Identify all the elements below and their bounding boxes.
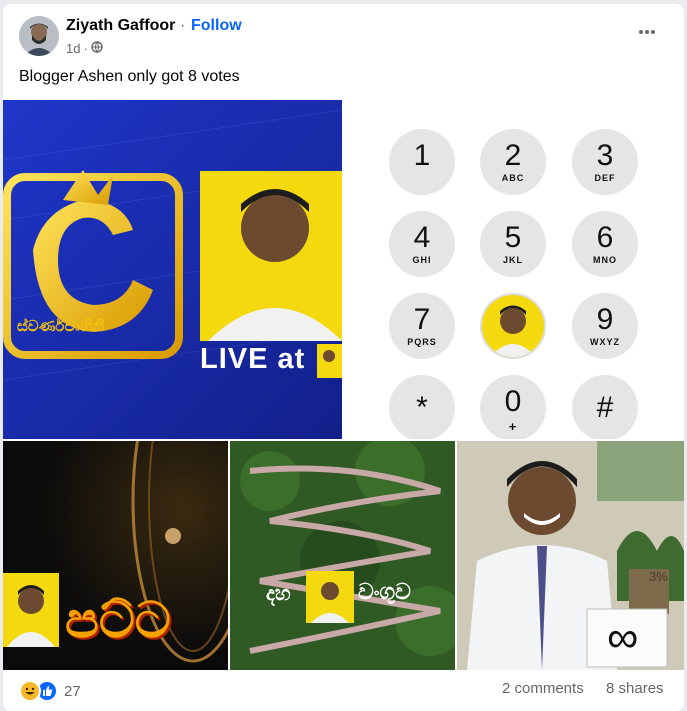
photo-space[interactable]: පට්ට <box>3 441 228 670</box>
key-digit: 5 <box>504 221 522 254</box>
photo-dialpad[interactable]: 1 2 ABC 3 DEF 4 GHI 5 JKL 6 MNO 7 PQRS 9 WXYZ *… <box>343 100 684 439</box>
dial-key-9: 9 WXYZ <box>572 293 638 359</box>
dial-key-3: 3 DEF <box>572 129 638 195</box>
haha-icon <box>19 680 41 702</box>
photo-school[interactable]: 3% ∞ <box>457 441 684 670</box>
key-digit: 2 <box>504 139 522 172</box>
dial-key-star: * <box>389 375 455 439</box>
post-card: Ziyath Gaffoor · Follow 1d · Blogger Ash… <box>3 4 684 711</box>
photo-road[interactable]: දහ වංගුව <box>230 441 455 670</box>
key-digit: # <box>596 391 614 424</box>
more-icon <box>639 30 655 34</box>
dial-key-7: 7 PQRS <box>389 293 455 359</box>
post-caption: Blogger Ashen only got 8 votes <box>19 68 240 85</box>
shares-link[interactable]: 8 shares <box>606 680 664 697</box>
separator-dot: · <box>180 17 186 34</box>
key-digit: 0 <box>504 385 522 418</box>
dial-key-2: 2 ABC <box>480 129 546 195</box>
reaction-summary[interactable]: 27 <box>19 680 81 702</box>
key-letters: JKL <box>502 255 523 265</box>
comments-link[interactable]: 2 comments <box>502 680 584 697</box>
dial-key-6: 6 MNO <box>572 211 638 277</box>
key-digit: 1 <box>413 139 431 172</box>
dial-key-1: 1 <box>389 129 455 195</box>
key-letters: ABC <box>501 173 525 183</box>
key-letters: DEF <box>594 173 616 183</box>
more-options-button[interactable] <box>633 22 661 42</box>
road-right-text: වංගුව <box>358 579 411 604</box>
dial-key-4: 4 GHI <box>389 211 455 277</box>
key-letters: GHI <box>412 255 432 265</box>
dial-key-0: 0 + <box>480 375 546 439</box>
post-meta: 1d · <box>66 41 103 56</box>
infinity-sign: ∞ <box>607 613 639 662</box>
key-digit: * <box>416 391 428 424</box>
avatar[interactable] <box>19 16 59 56</box>
road-left-text: දහ <box>266 583 291 605</box>
key-digit: 3 <box>596 139 614 172</box>
follow-button[interactable]: Follow <box>191 17 242 35</box>
dial-key-5: 5 JKL <box>480 211 546 277</box>
face-photo <box>490 305 536 357</box>
key-digit: 7 <box>413 303 431 336</box>
globe-icon <box>91 41 103 56</box>
photo-grid: ස්වර්ණවාහිනී LIVE at 1 2 ABC 3 DEF 4 GHI 5J… <box>3 100 684 670</box>
key-letters: + <box>508 419 518 434</box>
space-title-text: පට්ට <box>65 592 171 648</box>
key-letters: WXYZ <box>590 337 620 347</box>
key-letters: PQRS <box>407 337 437 347</box>
tv-logo-text: ස්වර්ණවාහිනී <box>17 318 105 335</box>
meta-dot: · <box>83 41 88 56</box>
photo-tv-logo[interactable]: ස්වර්ණවාහිනී LIVE at <box>3 100 342 439</box>
timestamp[interactable]: 1d <box>66 41 80 56</box>
tv-live-text: LIVE at <box>200 343 306 375</box>
dial-key-hash: # <box>572 375 638 439</box>
key-digit: 9 <box>596 303 614 336</box>
key-digit: 4 <box>413 221 431 254</box>
key-digit: 6 <box>596 221 614 254</box>
author-name[interactable]: Ziyath Gaffoor <box>66 17 175 35</box>
school-badge-text: 3% <box>649 569 668 584</box>
reaction-count: 27 <box>64 682 81 700</box>
key-letters: MNO <box>593 255 617 265</box>
dial-key-8-face <box>480 293 546 359</box>
